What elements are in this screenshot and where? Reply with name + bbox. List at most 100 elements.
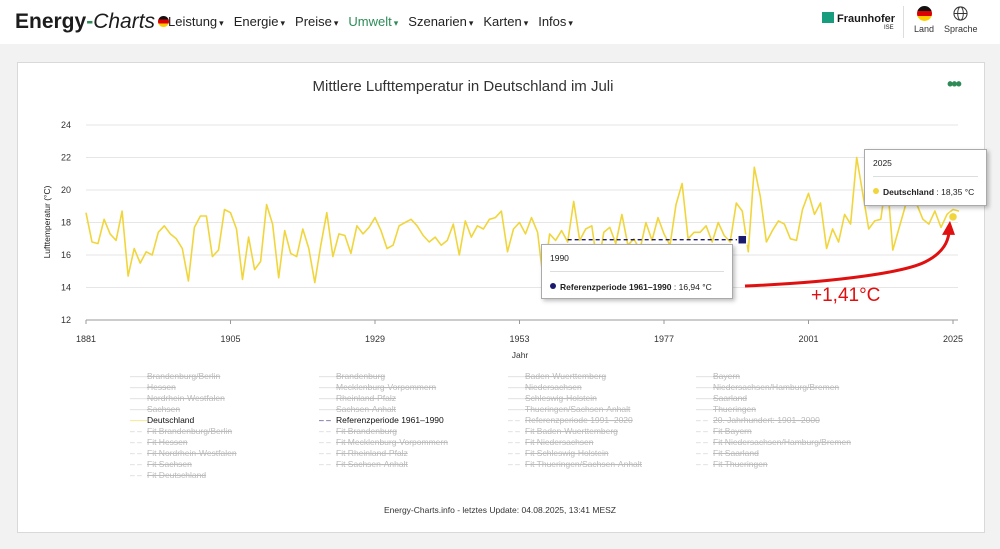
dashed-line-icon: – – <box>319 437 331 447</box>
legend-item[interactable]: ——Baden-Wuerttemberg <box>508 371 642 382</box>
legend-item[interactable]: ——Sachsen-Anhalt <box>319 404 448 415</box>
dashed-line-icon: – – <box>696 426 708 436</box>
y-tick-label: 14 <box>61 283 71 293</box>
y-tick-label: 16 <box>61 250 71 260</box>
legend-item[interactable]: – – Fit Baden-Wuerttemberg <box>508 426 642 437</box>
footer-update-info: Energy-Charts.info - letztes Update: 04.… <box>384 505 616 515</box>
legend-item[interactable]: – – Fit Thueringen/Sachsen-Anhalt <box>508 459 642 470</box>
legend-label: Bayern <box>713 371 740 381</box>
legend-label: Fit Niedersachsen/Hamburg/Bremen <box>713 437 851 447</box>
legend-item[interactable]: ——Niedersachsen <box>508 382 642 393</box>
solid-line-icon: —— <box>319 382 336 392</box>
legend-item[interactable]: – – Fit Niedersachsen/Hamburg/Bremen <box>696 437 851 448</box>
legend-label: Fit Brandenburg/Berlin <box>147 426 233 436</box>
tooltip-value: 16,94 °C <box>678 282 712 292</box>
solid-line-icon: —— <box>696 371 713 381</box>
legend-item[interactable]: ——Rheinland-Pfalz <box>319 393 448 404</box>
dashed-line-icon: – – <box>508 459 520 469</box>
y-tick-label: 12 <box>61 315 71 325</box>
legend-item[interactable]: ——Bayern <box>696 371 851 382</box>
legend-label: Fit Deutschland <box>147 470 207 480</box>
solid-line-icon: —— <box>696 404 713 414</box>
legend-label: Thueringen/Sachsen-Anhalt <box>525 404 631 414</box>
legend-item[interactable]: ——Sachsen <box>130 404 237 415</box>
legend-item[interactable]: – – Fit Sachsen <box>130 459 237 470</box>
legend-item[interactable]: ——Brandenburg/Berlin <box>130 371 237 382</box>
legend-item[interactable]: ——Thueringen/Sachsen-Anhalt <box>508 404 642 415</box>
legend-item[interactable]: ——Mecklenburg-Vorpommern <box>319 382 448 393</box>
x-tick-label: 1929 <box>365 334 385 344</box>
legend-label: Fit Nordrhein-Westfalen <box>147 448 237 458</box>
dashed-line-icon: – – <box>508 426 520 436</box>
x-tick-label: 2025 <box>943 334 963 344</box>
legend-item[interactable]: – – Fit Brandenburg/Berlin <box>130 426 237 437</box>
legend-item[interactable]: ——Brandenburg <box>319 371 448 382</box>
legend-label: Referenzperiode 1961–1990 <box>336 415 444 425</box>
legend-item[interactable]: – – Fit Nordrhein-Westfalen <box>130 448 237 459</box>
legend-item[interactable]: ——Schleswig-Holstein <box>508 393 642 404</box>
legend-item[interactable]: – – Fit Brandenburg <box>319 426 448 437</box>
legend-item[interactable]: – – Fit Thueringen <box>696 459 851 470</box>
annotation-arrow <box>744 232 951 288</box>
legend-item[interactable]: – – 20. Jahrhundert: 1901–2000 <box>696 415 851 426</box>
legend-item[interactable]: – – Referenzperiode 1961–1990 <box>319 415 448 426</box>
legend-label: Fit Saarland <box>713 448 759 458</box>
legend-label: Fit Sachsen <box>147 459 192 469</box>
legend-label: Thueringen <box>713 404 757 414</box>
legend-item[interactable]: – – Fit Sachsen-Anhalt <box>319 459 448 470</box>
legend-item[interactable]: ——Deutschland <box>130 415 237 426</box>
legend-label: Fit Rheinland-Pfalz <box>336 448 408 458</box>
legend-label: Brandenburg <box>336 371 386 381</box>
legend-column: ——Bayern ——Niedersachsen/Hamburg/Bremen ——… <box>696 371 851 470</box>
legend-label: Niedersachsen/Hamburg/Bremen <box>713 382 840 392</box>
solid-line-icon: —— <box>508 404 525 414</box>
legend-item[interactable]: – – Fit Deutschland <box>130 470 237 481</box>
dashed-line-icon: – – <box>508 448 520 458</box>
legend-item[interactable]: – – Fit Bayern <box>696 426 851 437</box>
tooltip-year: 2025 <box>873 158 892 168</box>
legend-item[interactable]: ——Hessen <box>130 382 237 393</box>
legend-label: Nordrhein-Westfalen <box>147 393 225 403</box>
legend-item[interactable]: – – Fit Rheinland-Pfalz <box>319 448 448 459</box>
reference-hover-marker <box>737 234 748 245</box>
legend-item[interactable]: ——Niedersachsen/Hamburg/Bremen <box>696 382 851 393</box>
dashed-line-icon: – – <box>508 415 520 425</box>
legend-item[interactable]: ——Saarland <box>696 393 851 404</box>
legend-label: Hessen <box>147 382 176 392</box>
legend-item[interactable]: – – Fit Schleswig-Holstein <box>508 448 642 459</box>
dashed-line-icon: – – <box>696 459 708 469</box>
series-line-deutschland[interactable] <box>85 156 960 284</box>
dashed-line-icon: – – <box>130 459 142 469</box>
legend-label: Schleswig-Holstein <box>525 393 597 403</box>
legend-label: Fit Thueringen <box>713 459 768 469</box>
legend-item[interactable]: – – Fit Niedersachsen <box>508 437 642 448</box>
solid-line-icon: —— <box>130 415 147 425</box>
solid-line-icon: —— <box>130 393 147 403</box>
legend-label: Fit Schleswig-Holstein <box>525 448 609 458</box>
legend-label: 20. Jahrhundert: 1901–2000 <box>713 415 820 425</box>
x-tick-label: 1905 <box>220 334 240 344</box>
dashed-line-icon: – – <box>319 426 331 436</box>
solid-line-icon: —— <box>130 371 147 381</box>
series-dot-icon <box>873 188 879 194</box>
legend-label: Baden-Wuerttemberg <box>525 371 607 381</box>
legend-label: Sachsen <box>147 404 181 414</box>
legend-item[interactable]: ——Nordrhein-Westfalen <box>130 393 237 404</box>
y-axis-label: Lufttemperatur (°C) <box>42 185 52 258</box>
legend-label: Niedersachsen <box>525 382 582 392</box>
legend-item[interactable]: – – Fit Mecklenburg-Vorpommern <box>319 437 448 448</box>
legend-item[interactable]: ——Thueringen <box>696 404 851 415</box>
legend-label: Fit Bayern <box>713 426 752 436</box>
legend-item[interactable]: – – Fit Saarland <box>696 448 851 459</box>
solid-line-icon: —— <box>319 393 336 403</box>
tooltip-deutschland: 2025 Deutschland : 18,35 °C <box>864 149 987 206</box>
tooltip-value: 18,35 °C <box>941 187 975 197</box>
legend-item[interactable]: – – Referenzperiode 1991–2020 <box>508 415 642 426</box>
dashed-line-icon: – – <box>319 448 331 458</box>
legend-item[interactable]: – – Fit Hessen <box>130 437 237 448</box>
x-axis-label: Jahr <box>512 350 529 360</box>
dashed-line-icon: – – <box>696 415 708 425</box>
legend-label: Fit Thueringen/Sachsen-Anhalt <box>525 459 643 469</box>
legend-label: Mecklenburg-Vorpommern <box>336 382 437 392</box>
dashed-line-icon: – – <box>130 426 142 436</box>
